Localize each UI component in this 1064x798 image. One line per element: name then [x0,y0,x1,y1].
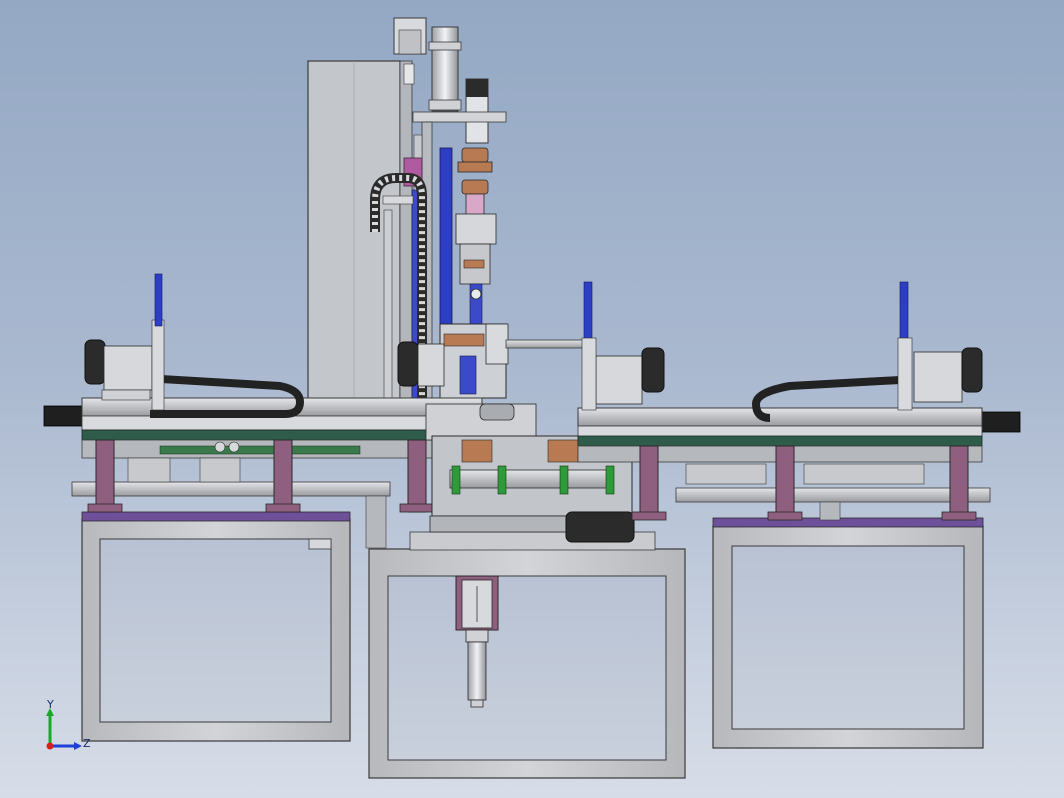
triad-z-label: Z [83,737,91,750]
vertical-column [307,17,509,420]
cad-viewport[interactable]: Y Z [0,0,1064,798]
cad-assembly-drawing [43,17,1021,779]
coordinate-triad [46,708,82,750]
center-base-table [368,531,686,779]
right-conveyor-module [577,281,1021,521]
triad-y-label: Y [47,698,54,711]
right-base-table [712,517,984,749]
transfer-shaft [505,339,593,349]
left-base-table [81,511,351,742]
